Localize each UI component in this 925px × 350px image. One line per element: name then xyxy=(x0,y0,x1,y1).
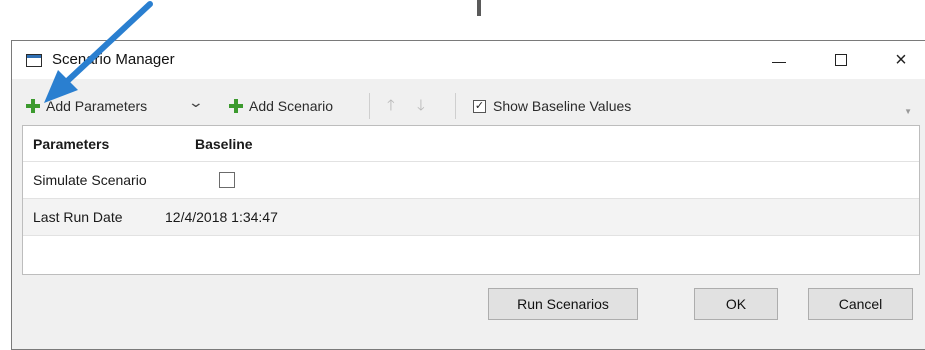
minimize-icon xyxy=(772,61,786,63)
grid-header-row: Parameters Baseline xyxy=(23,126,919,162)
plus-icon xyxy=(229,99,243,113)
checkbox-checked-icon: ✓ xyxy=(473,99,486,113)
toolbar: Add Parameters ⌄ Add Scenario 🡑 🡓 ✓ Show… xyxy=(12,89,925,123)
minimize-button[interactable] xyxy=(756,41,802,79)
table-row: Simulate Scenario xyxy=(23,162,919,199)
show-baseline-checkbox[interactable]: ✓ Show Baseline Values xyxy=(473,95,631,117)
column-header-baseline[interactable]: Baseline xyxy=(195,136,325,152)
window-title: Scenario Manager xyxy=(52,51,175,68)
column-header-parameters[interactable]: Parameters xyxy=(33,136,171,152)
close-button[interactable]: × xyxy=(878,41,924,79)
parameters-grid: Parameters Baseline Simulate Scenario La… xyxy=(22,125,920,275)
toolbar-separator xyxy=(455,93,456,119)
table-row: Last Run Date 12/4/2018 1:34:47 xyxy=(23,199,919,236)
add-scenario-button[interactable]: Add Scenario xyxy=(229,95,333,117)
ok-button[interactable]: OK xyxy=(694,288,778,320)
parameter-name-cell: Simulate Scenario xyxy=(33,172,147,188)
maximize-icon xyxy=(835,54,847,66)
baseline-checkbox[interactable] xyxy=(219,172,235,188)
add-parameters-label: Add Parameters xyxy=(46,98,148,114)
toolbar-separator xyxy=(369,93,370,119)
add-scenario-label: Add Scenario xyxy=(249,98,334,114)
add-parameters-button[interactable]: Add Parameters xyxy=(26,95,147,117)
close-icon: × xyxy=(895,48,907,71)
chevron-down-icon[interactable]: ⌄ xyxy=(188,94,204,111)
baseline-value-cell: 12/4/2018 1:34:47 xyxy=(165,209,278,225)
overflow-grip-icon[interactable]: ▼ xyxy=(904,107,912,116)
up-arrow-icon[interactable]: 🡑 xyxy=(387,95,395,120)
plus-icon xyxy=(26,99,40,113)
title-bar: Scenario Manager × xyxy=(12,41,925,79)
cancel-button[interactable]: Cancel xyxy=(808,288,913,320)
scenario-manager-window: Scenario Manager × Add Parameters ⌄ Add … xyxy=(11,40,925,350)
run-scenarios-button[interactable]: Run Scenarios xyxy=(488,288,638,320)
show-baseline-label: Show Baseline Values xyxy=(493,98,632,114)
parameter-name-cell: Last Run Date xyxy=(33,209,123,225)
window-icon xyxy=(26,54,42,67)
maximize-button[interactable] xyxy=(818,41,864,79)
background-divider-mark xyxy=(477,0,481,16)
down-arrow-icon[interactable]: 🡓 xyxy=(417,95,425,120)
